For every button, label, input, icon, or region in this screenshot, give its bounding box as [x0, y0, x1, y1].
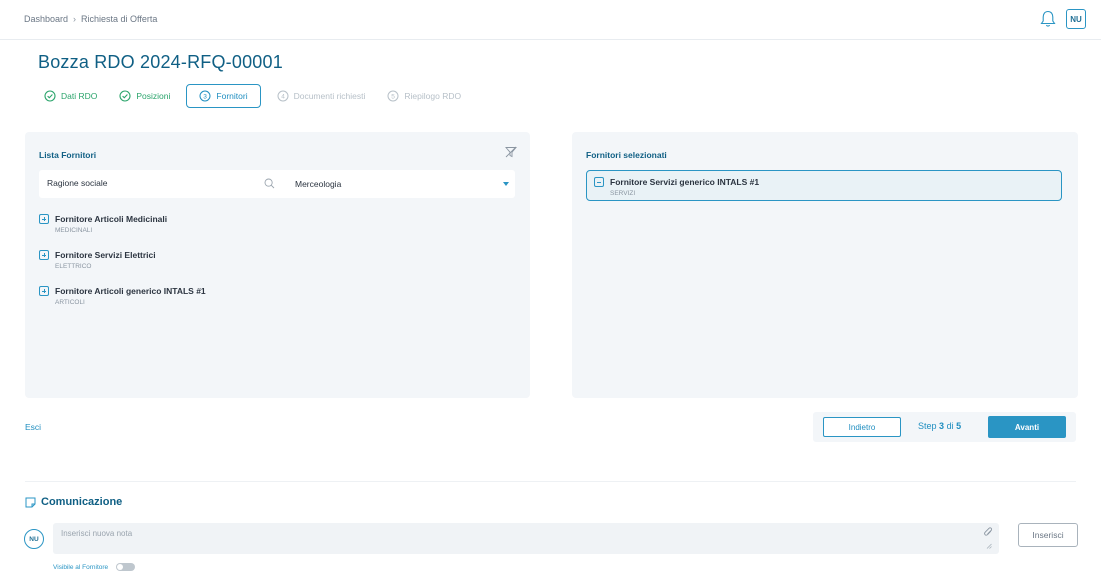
- wizard-steps: Dati RDO Posizioni 3 Fornitori 4 Documen…: [38, 83, 477, 109]
- step-number: 5: [392, 93, 396, 100]
- exit-link[interactable]: Esci: [25, 422, 41, 432]
- paperclip-icon[interactable]: [984, 527, 993, 537]
- bell-icon[interactable]: [1040, 10, 1056, 28]
- step-label: Fornitori: [216, 91, 248, 101]
- step-indicator: Step 3 di 5: [918, 421, 961, 431]
- supplier-name: Fornitore Servizi Elettrici: [55, 250, 156, 260]
- visibility-row: Visibile al Fornitore: [53, 563, 136, 571]
- step-number: 4: [281, 93, 285, 100]
- visible-label: Visibile al Fornitore: [53, 563, 109, 571]
- top-bar: Dashboard › Richiesta di Offerta NU: [0, 0, 1101, 40]
- step-total: 5: [956, 421, 962, 431]
- breadcrumb: Dashboard › Richiesta di Offerta: [24, 14, 157, 24]
- clear-filter-icon[interactable]: [505, 146, 517, 158]
- insert-note-button[interactable]: Inserisci: [1018, 523, 1078, 547]
- supplier-name: Fornitore Articoli generico INTALS #1: [55, 286, 206, 296]
- resize-handle-icon[interactable]: [986, 543, 992, 549]
- supplier-name: Fornitore Servizi generico INTALS #1: [610, 177, 760, 187]
- supplier-category: ELETTRICO: [55, 263, 92, 270]
- check-circle-icon: [44, 90, 56, 102]
- avatar: NU: [24, 529, 44, 549]
- search-field: [39, 170, 297, 198]
- remove-square-icon[interactable]: [594, 177, 604, 187]
- visible-toggle[interactable]: [116, 563, 136, 571]
- note-field: [53, 523, 999, 554]
- step-label: Posizioni: [136, 91, 171, 101]
- panel-title: Fornitori selezionati: [586, 150, 667, 160]
- step-number-icon: 3: [199, 90, 211, 102]
- step-current: 3: [939, 421, 945, 431]
- page-title: Bozza RDO 2024-RFQ-00001: [38, 52, 283, 72]
- step-documenti[interactable]: 4 Documenti richiesti: [271, 84, 372, 108]
- user-avatar[interactable]: NU: [1066, 9, 1086, 29]
- supplier-category: MEDICINALI: [55, 227, 93, 234]
- step-posizioni[interactable]: Posizioni: [113, 84, 176, 108]
- step-label: Documenti richiesti: [293, 91, 366, 101]
- step-number: 3: [204, 93, 208, 100]
- selected-suppliers-panel: Fornitori selezionati Fornitore Servizi …: [572, 132, 1078, 398]
- divider: [25, 481, 1076, 482]
- list-item[interactable]: Fornitore Servizi Elettrici ELETTRICO: [39, 248, 509, 284]
- step-label: Dati RDO: [61, 91, 98, 101]
- list-item[interactable]: Fornitore Articoli Medicinali MEDICINALI: [39, 212, 509, 248]
- supplier-list: Fornitore Articoli Medicinali MEDICINALI…: [39, 212, 509, 320]
- note-icon: [25, 497, 36, 507]
- selected-supplier-card[interactable]: Fornitore Servizi generico INTALS #1 SER…: [586, 170, 1062, 201]
- step-riepilogo[interactable]: 5 Riepilogo RDO: [381, 84, 467, 108]
- step-dati-rdo[interactable]: Dati RDO: [38, 84, 103, 108]
- merceologia-select[interactable]: Merceologia: [287, 170, 515, 198]
- supplier-list-panel: Lista Fornitori Merceologia Fornitore Ar…: [25, 132, 530, 398]
- step-label: Riepilogo RDO: [404, 91, 462, 101]
- search-icon[interactable]: [264, 178, 275, 189]
- next-button[interactable]: Avanti: [988, 416, 1066, 438]
- step-of: di: [946, 421, 954, 431]
- add-square-icon[interactable]: [39, 250, 49, 260]
- list-item[interactable]: Fornitore Articoli generico INTALS #1 AR…: [39, 284, 509, 320]
- communication-title: Comunicazione: [25, 496, 122, 508]
- ragione-sociale-input[interactable]: [47, 178, 247, 188]
- check-circle-icon: [119, 90, 131, 102]
- section-title: Comunicazione: [41, 496, 123, 508]
- add-square-icon[interactable]: [39, 286, 49, 296]
- wizard-navigation: Indietro Step 3 di 5 Avanti: [813, 412, 1076, 442]
- supplier-category: SERVIZI: [610, 190, 636, 197]
- step-number-icon: 5: [387, 90, 399, 102]
- breadcrumb-current: Richiesta di Offerta: [81, 14, 158, 24]
- panel-title: Lista Fornitori: [39, 150, 97, 160]
- breadcrumb-dashboard[interactable]: Dashboard: [24, 14, 68, 24]
- chevron-down-icon: [503, 182, 509, 186]
- supplier-name: Fornitore Articoli Medicinali: [55, 214, 168, 224]
- step-fornitori[interactable]: 3 Fornitori: [186, 84, 261, 108]
- add-square-icon[interactable]: [39, 214, 49, 224]
- note-textarea[interactable]: [61, 529, 961, 547]
- step-number-icon: 4: [277, 90, 289, 102]
- step-prefix: Step: [918, 421, 937, 431]
- back-button[interactable]: Indietro: [823, 417, 901, 437]
- breadcrumb-separator: ›: [73, 14, 77, 24]
- supplier-category: ARTICOLI: [55, 299, 85, 306]
- select-value: Merceologia: [295, 179, 342, 189]
